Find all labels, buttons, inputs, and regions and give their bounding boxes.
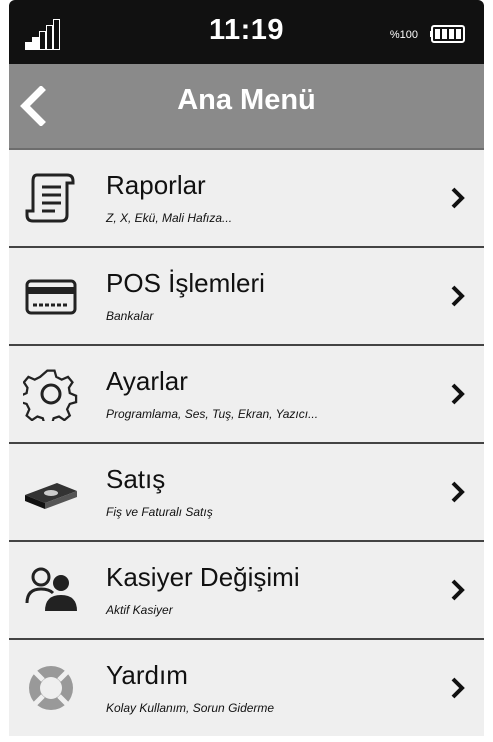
gear-icon bbox=[23, 369, 78, 421]
menu-item-subtitle: Aktif Kasiyer bbox=[106, 603, 173, 617]
page-title: Ana Menü bbox=[177, 84, 316, 116]
users-icon bbox=[25, 567, 77, 611]
menu-item-subtitle: Kolay Kullanım, Sorun Giderme bbox=[106, 701, 275, 715]
chevron-right-icon bbox=[451, 579, 465, 601]
menu-item-subtitle: Fiş ve Faturalı Satış bbox=[106, 505, 213, 519]
battery-percent: %100 bbox=[389, 29, 418, 41]
chevron-right-icon bbox=[451, 187, 465, 209]
menu-item-yardim[interactable]: Yardım Kolay Kullanım, Sorun Giderme bbox=[9, 640, 484, 736]
header-bar: Ana Menü bbox=[9, 64, 484, 150]
menu-item-label: Yardım bbox=[106, 660, 188, 690]
menu-item-subtitle: Z, X, Ekü, Mali Hafıza... bbox=[106, 211, 233, 225]
battery-icon bbox=[430, 25, 465, 43]
menu-item-label: Satış bbox=[106, 464, 166, 494]
receipt-scroll-icon bbox=[25, 173, 75, 223]
menu-item-raporlar[interactable]: Raporlar Z, X, Ekü, Mali Hafıza... bbox=[9, 150, 484, 248]
credit-card-icon bbox=[25, 279, 77, 315]
menu-item-subtitle: Bankalar bbox=[106, 309, 154, 323]
main-menu-list: Raporlar Z, X, Ekü, Mali Hafıza... POS İ… bbox=[9, 150, 484, 736]
menu-item-subtitle: Programlama, Ses, Tuş, Ekran, Yazıcı... bbox=[106, 407, 319, 421]
menu-item-label: POS İşlemleri bbox=[106, 268, 265, 298]
menu-item-kasiyer-degisimi[interactable]: Kasiyer Değişimi Aktif Kasiyer bbox=[9, 542, 484, 640]
menu-item-satis[interactable]: Satış Fiş ve Faturalı Satış bbox=[9, 444, 484, 542]
menu-item-label: Kasiyer Değişimi bbox=[106, 562, 300, 592]
menu-item-label: Ayarlar bbox=[106, 366, 188, 396]
chevron-right-icon bbox=[451, 481, 465, 503]
cash-stack-icon bbox=[25, 483, 77, 509]
menu-item-pos-islemleri[interactable]: POS İşlemleri Bankalar bbox=[9, 248, 484, 346]
lifebuoy-icon bbox=[29, 666, 73, 710]
chevron-right-icon bbox=[451, 285, 465, 307]
menu-item-ayarlar[interactable]: Ayarlar Programlama, Ses, Tuş, Ekran, Ya… bbox=[9, 346, 484, 444]
chevron-right-icon bbox=[451, 677, 465, 699]
device-screen: 11:19 %100 Ana Menü Raporlar Z, X, Ekü, … bbox=[0, 0, 493, 742]
status-bar: 11:19 %100 bbox=[9, 0, 484, 64]
menu-item-label: Raporlar bbox=[106, 170, 206, 200]
chevron-right-icon bbox=[451, 383, 465, 405]
